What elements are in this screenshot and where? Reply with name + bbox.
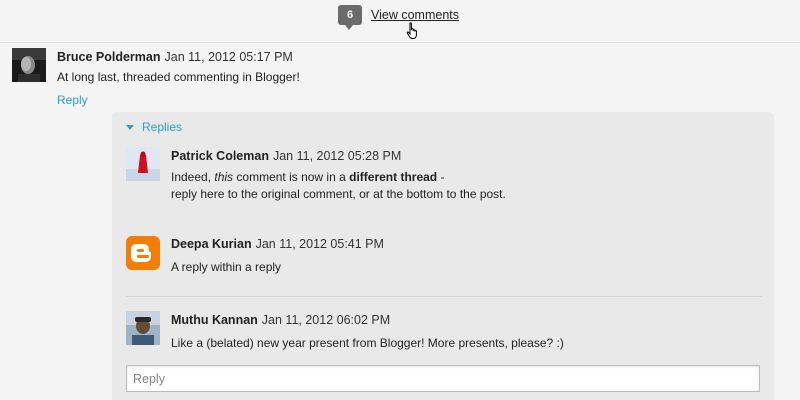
comment-date[interactable]: Jan 11, 2012 05:41 PM bbox=[256, 237, 384, 251]
comment-header: Bruce Polderman Jan 11, 2012 05:17 PM bbox=[57, 50, 293, 64]
text-bold: different thread bbox=[349, 170, 438, 184]
avatar bbox=[126, 236, 160, 270]
comment-date[interactable]: Jan 11, 2012 05:17 PM bbox=[165, 50, 293, 64]
user-photo-icon bbox=[126, 147, 160, 181]
comment-text: Like a (belated) new year present from B… bbox=[171, 336, 564, 350]
text-segment: Indeed, bbox=[171, 170, 215, 184]
reply-input[interactable] bbox=[126, 365, 760, 392]
author-name[interactable]: Muthu Kannan bbox=[171, 313, 258, 327]
text-segment: - bbox=[437, 170, 445, 184]
replies-toggle[interactable]: Replies bbox=[126, 120, 182, 134]
text-italic: this bbox=[214, 170, 234, 184]
view-comments-link[interactable]: View comments bbox=[371, 8, 459, 22]
blogger-logo-icon bbox=[126, 236, 160, 270]
view-comments-bar: 6 View comments bbox=[338, 5, 459, 30]
comment-header: Patrick Coleman Jan 11, 2012 05:28 PM bbox=[171, 149, 401, 163]
comment-text-line2: reply here to the original comment, or a… bbox=[171, 187, 506, 201]
header-divider bbox=[0, 42, 800, 43]
comment-header: Deepa Kurian Jan 11, 2012 05:41 PM bbox=[171, 237, 384, 251]
comment-date[interactable]: Jan 11, 2012 05:28 PM bbox=[273, 149, 401, 163]
author-name[interactable]: Bruce Polderman bbox=[57, 50, 161, 64]
author-name[interactable]: Patrick Coleman bbox=[171, 149, 269, 163]
user-photo-icon bbox=[12, 48, 46, 82]
reply-button[interactable]: Reply bbox=[57, 93, 88, 107]
replies-toggle-label: Replies bbox=[142, 120, 183, 134]
comment-text: At long last, threaded commenting in Blo… bbox=[57, 70, 300, 84]
triangle-down-icon bbox=[126, 124, 134, 130]
comment-header: Muthu Kannan Jan 11, 2012 06:02 PM bbox=[171, 313, 390, 327]
hand-cursor-icon bbox=[406, 22, 417, 39]
comment-count-badge: 6 bbox=[338, 5, 362, 30]
reply-divider bbox=[126, 296, 762, 297]
avatar bbox=[126, 311, 160, 345]
user-photo-icon bbox=[126, 311, 160, 345]
avatar bbox=[12, 48, 46, 82]
author-name[interactable]: Deepa Kurian bbox=[171, 237, 252, 251]
comment-date[interactable]: Jan 11, 2012 06:02 PM bbox=[262, 313, 390, 327]
avatar bbox=[126, 147, 160, 181]
comment-text: A reply within a reply bbox=[171, 260, 282, 274]
text-segment: comment is now in a bbox=[233, 170, 350, 184]
